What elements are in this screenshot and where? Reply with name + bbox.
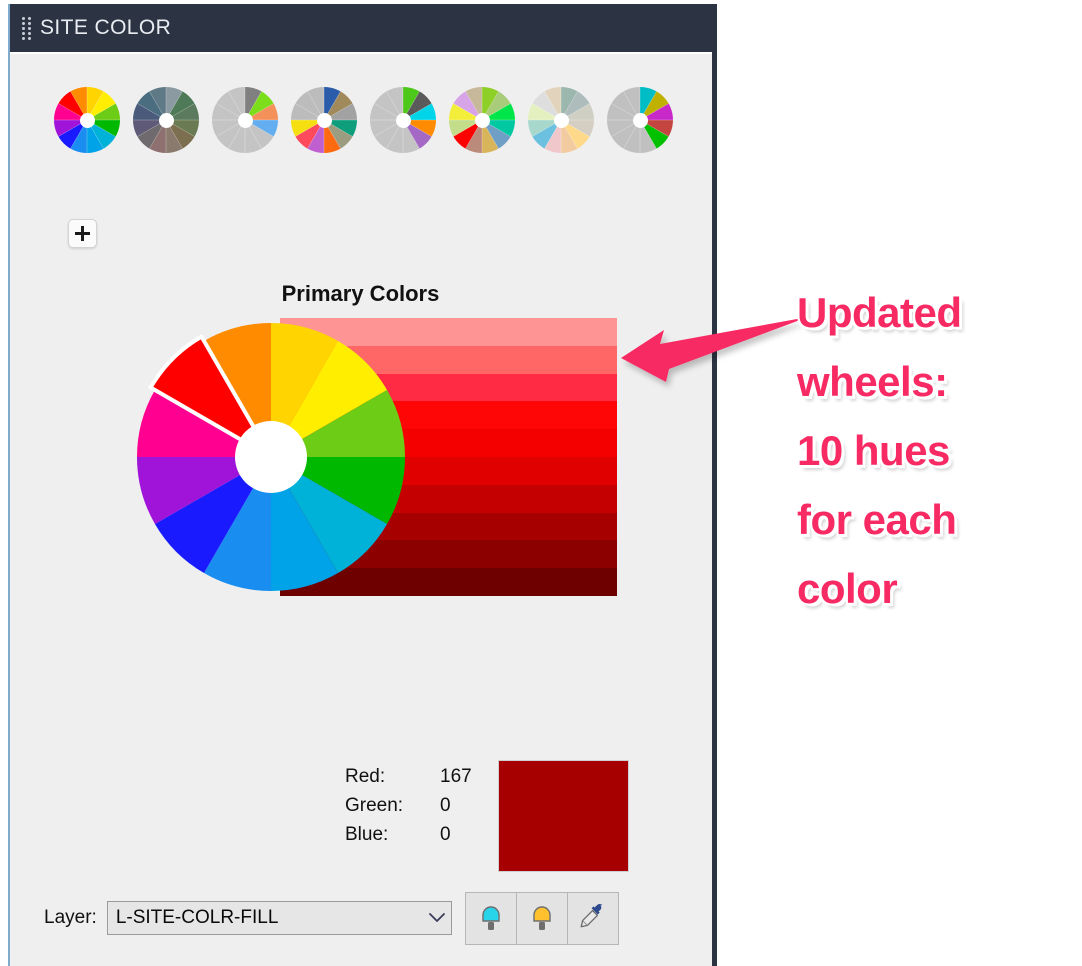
annotation-line: Updated: [797, 289, 962, 336]
annotation-line: 10 hues: [797, 427, 950, 474]
wheel-hub: [237, 112, 253, 128]
wheel-hub: [553, 112, 569, 128]
site-color-panel: SITE COLOR Primary Colors Red: Green: Blue…: [8, 4, 717, 966]
plus-icon: [75, 226, 90, 241]
panel-title: SITE COLOR: [40, 16, 172, 39]
panel-titlebar[interactable]: SITE COLOR: [10, 4, 712, 52]
chevron-down-icon: [423, 913, 451, 923]
eyedropper-icon: [580, 904, 603, 928]
primary-color-wheel[interactable]: [132, 318, 410, 596]
add-palette-button[interactable]: [68, 219, 97, 248]
light-bulb-cyan-icon: [482, 906, 500, 930]
page-title: Primary Colors: [281, 281, 440, 306]
wheel-vivid-full[interactable]: [54, 87, 120, 153]
wheel-pastel-rainbow[interactable]: [449, 87, 515, 153]
palette-thumbnail-strip: [54, 87, 673, 153]
wheel-hub[interactable]: [235, 421, 307, 493]
wheel-hub: [474, 112, 490, 128]
wheel-hub: [158, 112, 174, 128]
wheel-mostly-grey-b[interactable]: [370, 87, 436, 153]
layer-select[interactable]: L-SITE-COLR-FILL: [106, 901, 452, 935]
annotation-line: for each: [797, 496, 957, 543]
wheel-hub: [395, 112, 411, 128]
wheel-muted-desaturated[interactable]: [133, 87, 199, 153]
annotation-text: Updated wheels: 10 hues for each color: [797, 278, 1057, 623]
layer-label: Layer:: [44, 907, 97, 928]
light-bulb-amber-icon: [533, 906, 551, 930]
bulb-amber-button[interactable]: [515, 891, 568, 945]
bulb-cyan-button[interactable]: [464, 891, 517, 945]
panel-body: Primary Colors Red: Green: Blue: 167 0 0 Lay…: [10, 52, 712, 966]
wheel-mostly-grey-a[interactable]: [212, 87, 278, 153]
drag-grip-icon[interactable]: [22, 16, 32, 40]
wheel-mixed-blue-gold[interactable]: [291, 87, 357, 153]
wheel-hub: [632, 112, 648, 128]
rgb-readout: Red: Green: Blue: 167 0 0: [345, 760, 635, 874]
layer-select-value: L-SITE-COLR-FILL: [115, 907, 279, 928]
wheel-light-pastel[interactable]: [528, 87, 594, 153]
wheel-hub: [316, 112, 332, 128]
annotation-line: wheels:: [797, 358, 948, 405]
screenshot-root: SITE COLOR Primary Colors Red: Green: Blue…: [0, 0, 1082, 966]
bottom-toolbar: Layer: L-SITE-COLR-FILL: [44, 891, 644, 945]
annotation-line: color: [797, 565, 898, 612]
current-color-swatch: [498, 760, 629, 872]
wheel-teal-magenta[interactable]: [607, 87, 673, 153]
eyedropper-button[interactable]: [566, 891, 619, 945]
primary-color-wheel-area: [132, 318, 617, 596]
wheel-hub: [79, 112, 95, 128]
tool-button-group: [464, 891, 619, 945]
